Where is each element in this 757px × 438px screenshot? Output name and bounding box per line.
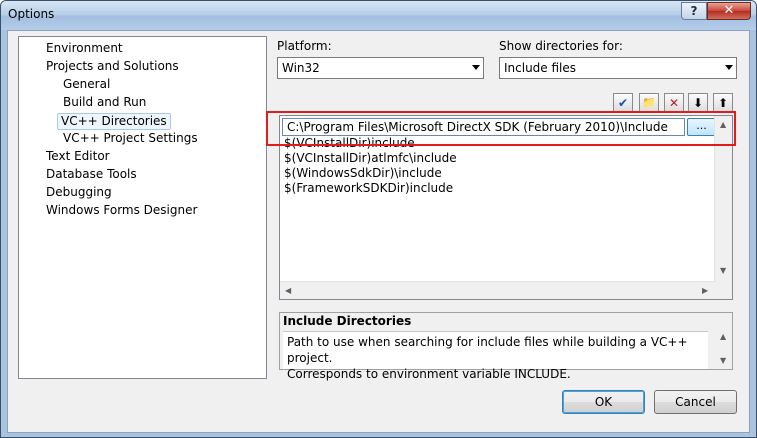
tree-item-windows-forms-designer[interactable]: Windows Forms Designer — [43, 202, 200, 219]
tree-item-build-and-run[interactable]: Build and Run — [60, 94, 149, 111]
description-panel: Include Directories Path to use when sea… — [279, 312, 733, 381]
scrollbar-corner — [715, 282, 732, 299]
description-scrollbar[interactable]: ▲ ▼ — [716, 330, 732, 369]
checkmark-button[interactable]: ✔ — [613, 93, 633, 113]
platform-value: Win32 — [282, 61, 320, 75]
annotation-highlight-box — [266, 111, 736, 146]
description-line-1: Path to use when searching for include f… — [287, 335, 688, 365]
tree-item-vc-project-settings[interactable]: VC++ Project Settings — [60, 130, 201, 147]
options-tree[interactable]: Environment Projects and Solutions Gener… — [18, 36, 267, 379]
scroll-right-icon[interactable]: ▶ — [702, 286, 708, 295]
show-directories-label: Show directories for: — [499, 39, 623, 53]
scroll-left-icon[interactable]: ◀ — [285, 286, 291, 295]
tree-item-environment[interactable]: Environment — [43, 40, 126, 57]
description-line-2: Corresponds to environment variable INCL… — [287, 367, 571, 381]
move-down-button[interactable]: ⬇ — [688, 93, 708, 113]
scroll-down-icon[interactable]: ▼ — [720, 356, 726, 365]
checkmark-icon: ✔ — [617, 96, 629, 110]
list-item[interactable]: $(FrameworkSDKDir)include — [284, 181, 453, 195]
horizontal-scrollbar[interactable]: ◀ ▶ — [280, 281, 716, 299]
close-button[interactable]: ✕ — [707, 2, 751, 20]
tree-item-debugging[interactable]: Debugging — [43, 184, 115, 201]
scroll-up-icon[interactable]: ▲ — [720, 332, 726, 341]
platform-label: Platform: — [277, 39, 332, 53]
show-directories-value: Include files — [504, 61, 577, 75]
list-item[interactable]: $(WindowsSdkDir)\include — [284, 166, 442, 180]
platform-dropdown[interactable]: Win32 — [277, 57, 484, 79]
scroll-down-icon[interactable]: ▼ — [720, 266, 726, 275]
tree-item-vc-directories[interactable]: VC++ Directories — [57, 113, 171, 130]
options-dialog: Options ? ✕ Environment Projects and Sol… — [0, 0, 757, 438]
description-title: Include Directories — [283, 314, 412, 328]
new-folder-icon: 📁 — [642, 96, 656, 109]
description-body: Path to use when searching for include f… — [283, 331, 708, 381]
cancel-button[interactable]: Cancel — [654, 390, 737, 414]
delete-icon: ✕ — [668, 96, 680, 110]
list-item[interactable]: $(VCInstallDir)atlmfc\include — [284, 151, 457, 165]
tree-item-general[interactable]: General — [60, 76, 113, 93]
help-button[interactable]: ? — [681, 2, 707, 20]
help-icon: ? — [690, 4, 698, 18]
new-line-button[interactable]: 📁 — [639, 93, 659, 113]
move-up-button[interactable]: ⬆ — [713, 93, 733, 113]
ok-button[interactable]: OK — [562, 390, 645, 414]
tree-item-text-editor[interactable]: Text Editor — [43, 148, 113, 165]
close-icon: ✕ — [723, 3, 735, 18]
window-title: Options — [8, 7, 55, 21]
tree-item-database-tools[interactable]: Database Tools — [43, 166, 140, 183]
title-bar[interactable]: Options ? ✕ — [1, 1, 756, 30]
arrow-up-icon: ⬆ — [717, 96, 729, 110]
tree-item-projects-and-solutions[interactable]: Projects and Solutions — [43, 58, 182, 75]
chevron-down-icon — [725, 65, 733, 70]
chevron-down-icon — [472, 65, 480, 70]
arrow-down-icon: ⬇ — [692, 96, 704, 110]
delete-button[interactable]: ✕ — [664, 93, 684, 113]
dialog-client-area: Environment Projects and Solutions Gener… — [7, 30, 750, 433]
show-directories-dropdown[interactable]: Include files — [499, 57, 737, 79]
